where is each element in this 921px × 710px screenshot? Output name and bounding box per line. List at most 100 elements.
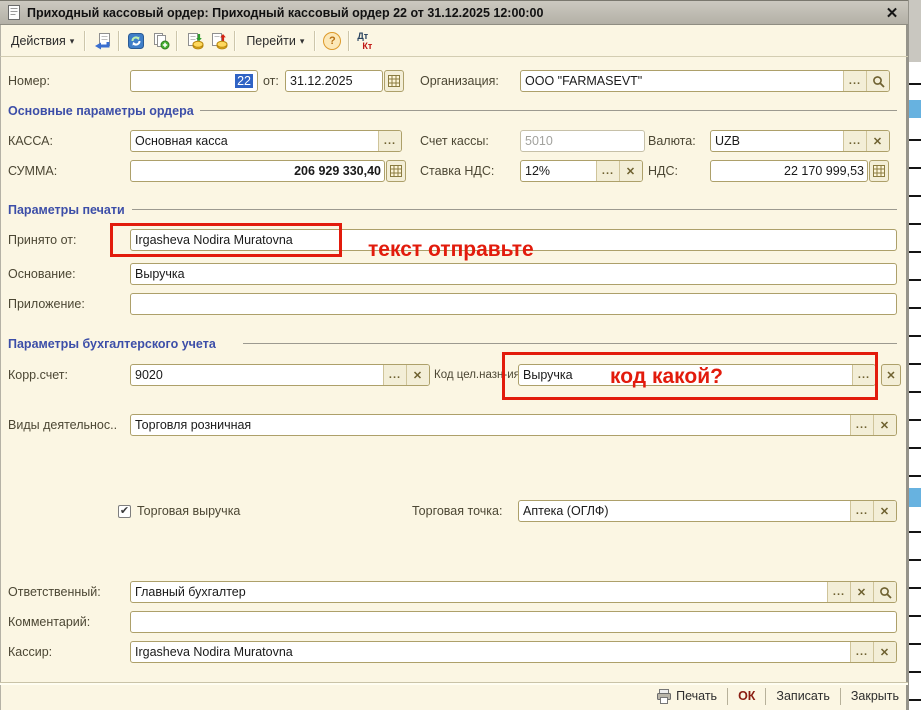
copy-document-icon[interactable] (149, 30, 171, 52)
currency-value: UZB (715, 134, 740, 148)
clear-button[interactable]: ✕ (619, 161, 642, 181)
unpost-document-icon[interactable] (207, 30, 229, 52)
background-window-header (909, 0, 921, 62)
annotation-kod: код какой? (610, 365, 723, 388)
summa-label: СУММА: (8, 164, 58, 178)
print-button[interactable]: Печать (652, 688, 721, 704)
post-document-icon[interactable] (183, 30, 205, 52)
cash-account-field: 5010 (520, 130, 645, 152)
comment-label: Комментарий: (8, 615, 91, 629)
goto-menu-button[interactable]: Перейти ▾ (241, 31, 309, 51)
lookup-button[interactable] (866, 71, 889, 91)
footer-divider (839, 687, 841, 705)
magnifier-icon (879, 586, 892, 599)
date-field[interactable]: 31.12.2025 (285, 70, 383, 92)
ellipsis-button[interactable]: ... (383, 365, 406, 385)
goto-menu-label: Перейти (246, 33, 296, 48)
save-button[interactable]: Записать (772, 689, 833, 703)
kassa-field[interactable]: Основная касса ... (130, 130, 402, 152)
toolbar-separator (176, 30, 179, 51)
organization-value: ООО "FARMASEVT" (525, 74, 643, 88)
trade-revenue-checkbox[interactable]: ✔ (118, 505, 131, 518)
toolbar: Действия ▾ Перейти ▾ ? Дт Кт (0, 25, 908, 57)
date-value: 31.12.2025 (290, 74, 353, 88)
cash-account-label: Счет кассы: (420, 134, 489, 148)
kassa-label: КАССА: (8, 134, 53, 148)
clear-button[interactable]: ✕ (850, 582, 873, 602)
dt-glyph: Дт (357, 30, 369, 41)
chevron-down-icon: ▾ (69, 35, 75, 46)
calendar-button[interactable] (384, 70, 404, 92)
cashier-value: Irgasheva Nodira Muratovna (135, 645, 293, 659)
ellipsis-button[interactable]: ... (843, 131, 866, 151)
responsible-field[interactable]: Главный бухгалтер ... ✕ (130, 581, 897, 603)
cashier-label: Кассир: (8, 645, 53, 659)
number-label: Номер: (8, 74, 50, 88)
calculator-button[interactable] (386, 160, 406, 182)
magnifier-icon (872, 75, 885, 88)
clear-button[interactable]: ✕ (866, 131, 889, 151)
toolbar-separator (118, 30, 121, 51)
summa-field[interactable]: 206 929 330,40 (130, 160, 385, 182)
section-print-header: Параметры печати (8, 203, 125, 217)
currency-field[interactable]: UZB ... ✕ (710, 130, 890, 152)
clear-button[interactable]: ✕ (406, 365, 429, 385)
printer-icon (657, 688, 672, 704)
background-selected-row (909, 100, 921, 118)
ellipsis-button[interactable]: ... (596, 161, 619, 181)
help-glyph: ? (329, 34, 336, 47)
attachment-field[interactable] (130, 293, 897, 315)
dtkt-postings-icon[interactable]: Дт Кт (355, 30, 377, 52)
screen: Приходный кассовый ордер: Приходный касс… (0, 0, 921, 710)
clear-button[interactable]: ✕ (873, 642, 896, 662)
toolbar-separator (314, 30, 317, 51)
clear-button[interactable]: ✕ (873, 501, 896, 521)
ellipsis-button[interactable]: ... (850, 642, 873, 662)
print-label: Печать (676, 689, 718, 703)
ellipsis-button[interactable]: ... (850, 415, 873, 435)
reread-document-icon[interactable] (91, 30, 113, 52)
refresh-icon[interactable] (125, 30, 147, 52)
section-line (132, 209, 897, 210)
toolbar-separator (348, 30, 351, 51)
ellipsis-button[interactable]: ... (843, 71, 866, 91)
currency-label: Валюта: (648, 134, 696, 148)
clear-button[interactable]: ✕ (873, 415, 896, 435)
organization-field[interactable]: ООО "FARMASEVT" ... (520, 70, 890, 92)
comment-field[interactable] (130, 611, 897, 633)
close-button[interactable]: Закрыть (847, 689, 903, 703)
corr-account-label: Корр.счет: (8, 368, 68, 382)
lookup-button[interactable] (873, 582, 896, 602)
actions-menu-button[interactable]: Действия ▾ (6, 31, 79, 51)
help-icon[interactable]: ? (321, 30, 343, 52)
ellipsis-button[interactable]: ... (378, 131, 401, 151)
trade-point-field[interactable]: Аптека (ОГЛФ) ... ✕ (518, 500, 897, 522)
ellipsis-button[interactable]: ... (850, 501, 873, 521)
corr-account-value: 9020 (135, 368, 163, 382)
vat-value: 22 170 999,53 (784, 164, 864, 178)
ok-button[interactable]: ОК (734, 689, 759, 703)
basis-field[interactable]: Выручка (130, 263, 897, 285)
kassa-value: Основная касса (135, 134, 228, 148)
date-label: от: (263, 74, 279, 88)
close-icon[interactable]: ✕ (882, 4, 902, 22)
activity-kind-field[interactable]: Торговля розничная ... ✕ (130, 414, 897, 436)
vat-field[interactable]: 22 170 999,53 (710, 160, 868, 182)
number-field[interactable]: 22 (130, 70, 258, 92)
kt-glyph: Кт (362, 40, 373, 51)
ellipsis-button[interactable]: ... (827, 582, 850, 602)
calculator-icon (390, 165, 402, 177)
annotation-box-received-from (110, 223, 342, 257)
checkbox-check-icon: ✔ (119, 504, 130, 517)
vat-rate-field[interactable]: 12% ... ✕ (520, 160, 643, 182)
cashier-field[interactable]: Irgasheva Nodira Muratovna ... ✕ (130, 641, 897, 663)
vat-rate-value: 12% (525, 164, 551, 178)
clear-button[interactable]: ✕ (881, 364, 901, 386)
clear-glyph: ✕ (886, 369, 896, 382)
trade-revenue-label: Торговая выручка (137, 504, 241, 518)
calculator-button[interactable] (869, 160, 889, 182)
toolbar-separator (84, 30, 87, 51)
corr-account-field[interactable]: 9020 ... ✕ (130, 364, 430, 386)
vat-rate-label: Ставка НДС: (420, 164, 495, 178)
section-main-header: Основные параметры ордера (8, 104, 194, 118)
